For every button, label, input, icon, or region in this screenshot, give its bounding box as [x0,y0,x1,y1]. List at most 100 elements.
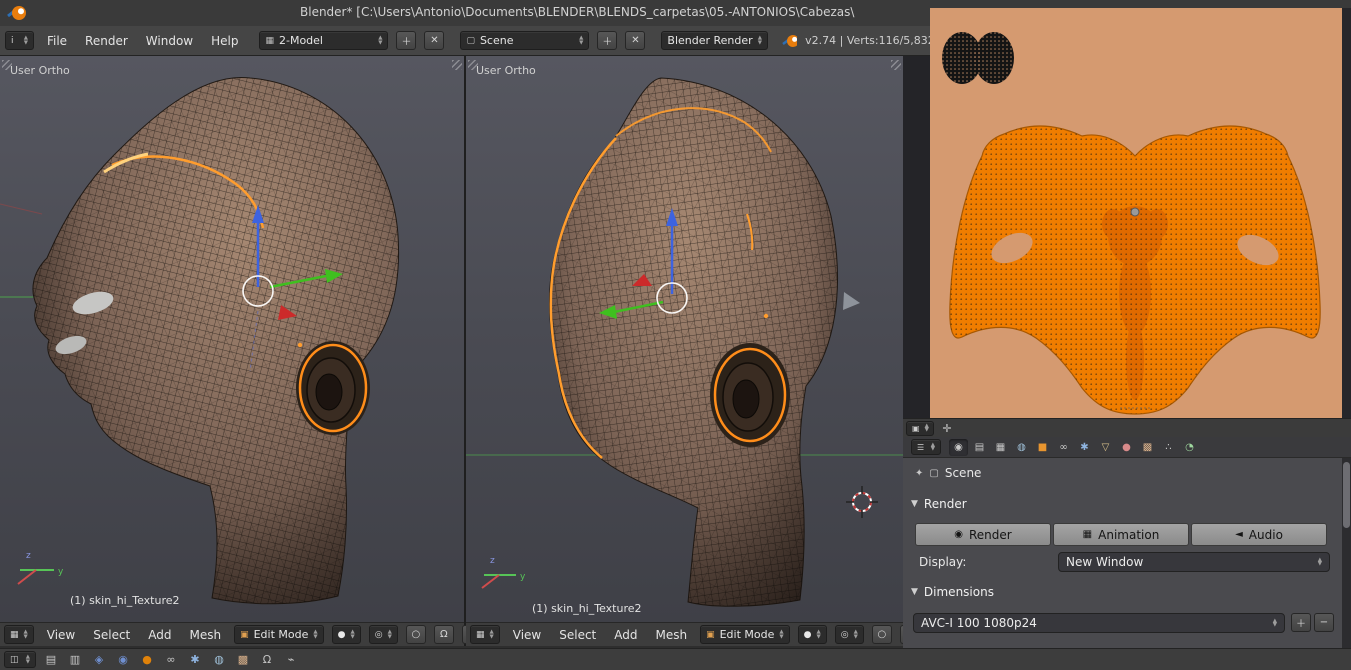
info-header: i ▲▼ File Render Window Help ▦ 2-Model ▲… [0,26,930,56]
material-icon[interactable]: ● [138,653,156,666]
add-scene-button[interactable]: ＋ [597,31,617,50]
editor-type-select-info[interactable]: i ▲▼ [5,31,34,50]
object-data-tab-icon[interactable]: ▽ [1096,439,1115,456]
editor-type-select-image[interactable]: ▣ ▲▼ [906,421,934,436]
proportional-edit-icon[interactable]: ○ [406,625,426,644]
render-panel-header[interactable]: ▼ Render [911,497,967,511]
area-resize-handle[interactable] [468,60,478,70]
select-menu[interactable]: Select [554,626,601,644]
editor-type-select-3d[interactable]: ▦ ▲▼ [470,625,500,644]
editor-type-select-3d[interactable]: ▦ ▲▼ [4,625,34,644]
view-menu[interactable]: View [42,626,80,644]
uv-scroll-strip[interactable] [1342,8,1351,418]
area-resize-handle[interactable] [2,60,12,70]
scene-selector[interactable]: ▢ Scene ▲▼ [460,31,589,50]
display-mode-dropdown[interactable]: New Window ▲▼ [1058,552,1330,572]
viewport-right[interactable]: y z User Ortho (1) skin_hi_Texture2 [466,56,903,622]
magnet-icon[interactable]: Ω [258,653,276,666]
camera-icon[interactable]: ◉ [114,653,132,666]
physics-tab-icon[interactable]: ◔ [1180,439,1199,456]
shading-select[interactable]: ● ▲▼ [798,625,827,644]
viewport-left[interactable]: y z User Ortho (1) skin_hi_Texture2 [0,56,464,622]
object-tab-icon[interactable]: ■ [1033,439,1052,456]
render-tab-camera-icon[interactable]: ◉ [949,439,968,456]
dimensions-panel-header[interactable]: ▼ Dimensions [911,585,994,599]
pin-icon[interactable]: ✛ [938,422,956,435]
chevron-updown-icon: ▲▼ [579,36,583,45]
modifiers-wrench-icon[interactable]: ✱ [1075,439,1094,456]
snap-magnet-icon[interactable]: Ω [434,625,454,644]
proportional-edit-icon[interactable]: ○ [872,625,892,644]
world-tab-icon[interactable]: ◍ [1012,439,1031,456]
active-object-label: (1) skin_hi_Texture2 [70,594,180,607]
remove-preset-button[interactable]: − [1314,613,1334,632]
spreadsheet-icon[interactable]: ▤ [42,653,60,666]
scene-tab-icon[interactable]: ▦ [991,439,1010,456]
texture-tab-icon[interactable]: ▩ [1138,439,1157,456]
area-gap [903,56,930,418]
pivot-select[interactable]: ◎ ▲▼ [835,625,864,644]
pivot-select[interactable]: ◎ ▲▼ [369,625,398,644]
view-menu[interactable]: View [508,626,546,644]
screen-layout-selector[interactable]: ▦ 2-Model ▲▼ [259,31,388,50]
blender-logo-icon [782,33,797,49]
material-tab-icon[interactable]: ● [1117,439,1136,456]
pivot-icon: ◎ [841,630,849,640]
link-icon[interactable]: ∞ [162,653,180,666]
shading-select[interactable]: ● ▲▼ [332,625,361,644]
select-menu[interactable]: Select [88,626,135,644]
render-button[interactable]: ◉ Render [915,523,1051,546]
svg-text:y: y [58,567,64,577]
uv-image-editor[interactable] [930,8,1342,418]
add-menu[interactable]: Add [143,626,176,644]
layers-icon[interactable]: ▥ [66,653,84,666]
properties-editor-icon: ☰ [917,443,924,452]
viewport-right-canvas[interactable]: y z [466,56,903,622]
scene-statistics: v2.74 | Verts:116/5,832 | E [805,34,930,47]
nodes-icon[interactable]: ◈ [90,653,108,666]
add-preset-button[interactable]: ＋ [1291,613,1311,632]
area-resize-handle[interactable] [452,60,462,70]
properties-editor: ☰ ▲▼ ◉ ▤ ▦ ◍ ■ ∞ ✱ ▽ ● ▩ ∴ ◔ ✦ ▢ Scene ▼… [903,437,1351,648]
world-icon[interactable]: ◍ [210,653,228,666]
view-orientation-label: User Ortho [10,64,70,77]
area-resize-handle[interactable] [891,60,901,70]
menu-file[interactable]: File [42,32,72,50]
wrench-icon[interactable]: ✱ [186,653,204,666]
mode-select[interactable]: ▣ Edit Mode ▲▼ [234,625,324,644]
head-mesh[interactable] [33,77,399,603]
area-divider[interactable] [464,56,466,646]
uv-canvas[interactable] [930,8,1342,418]
properties-scrollbar[interactable] [1342,458,1351,648]
mesh-menu[interactable]: Mesh [651,626,693,644]
particles-tab-icon[interactable]: ∴ [1159,439,1178,456]
render-layers-tab-icon[interactable]: ▤ [970,439,989,456]
constraints-tab-icon[interactable]: ∞ [1054,439,1073,456]
animation-button[interactable]: ▦ Animation [1053,523,1189,546]
plugin-icon[interactable]: ⌁ [282,653,300,666]
scrollbar-thumb[interactable] [1343,462,1350,528]
menu-render[interactable]: Render [80,32,133,50]
render-engine-select[interactable]: Blender Render ▲▼ [661,31,768,50]
head-mesh[interactable] [549,78,860,606]
audio-button[interactable]: ◄ Audio [1191,523,1327,546]
viewport-left-canvas[interactable]: y z [0,56,464,622]
chevron-updown-icon: ▲▼ [490,630,494,639]
render-preset-dropdown[interactable]: AVC-I 100 1080p24 ▲▼ [913,613,1285,633]
add-menu[interactable]: Add [609,626,642,644]
texture-icon[interactable]: ▩ [234,653,252,666]
breadcrumb-scene[interactable]: Scene [945,466,982,480]
add-layout-button[interactable]: ＋ [396,31,416,50]
mode-select[interactable]: ▣ Edit Mode ▲▼ [700,625,790,644]
chevron-updown-icon: ▲▼ [24,630,28,639]
delete-layout-button[interactable]: ✕ [424,31,444,50]
render-engine-value: Blender Render [667,34,752,47]
editor-type-select-bottom[interactable]: ◫ ▲▼ [4,651,36,668]
menu-help[interactable]: Help [206,32,243,50]
menu-window[interactable]: Window [141,32,198,50]
delete-scene-button[interactable]: ✕ [625,31,645,50]
clapper-icon: ▦ [1083,529,1092,540]
mesh-menu[interactable]: Mesh [185,626,227,644]
bottom-editor-header: ◫ ▲▼ ▤ ▥ ◈ ◉ ● ∞ ✱ ◍ ▩ Ω ⌁ [0,648,1351,670]
editor-type-select-properties[interactable]: ☰ ▲▼ [911,439,941,455]
